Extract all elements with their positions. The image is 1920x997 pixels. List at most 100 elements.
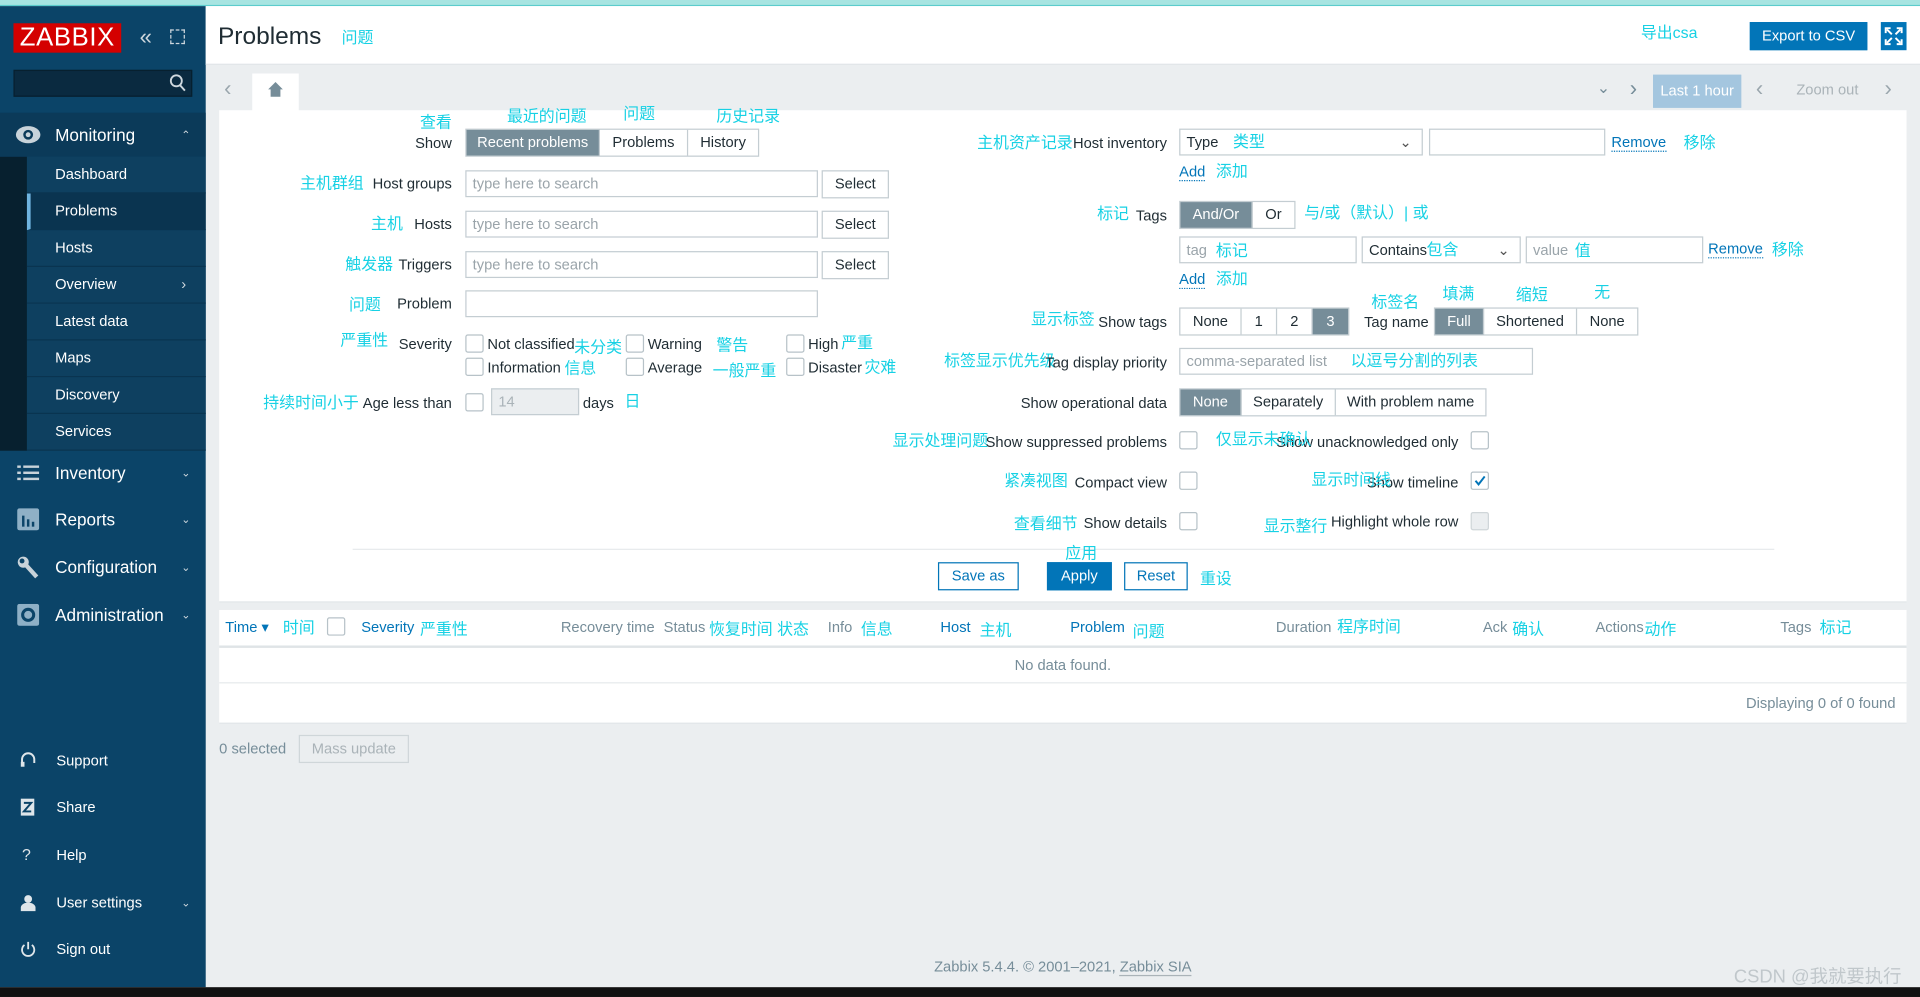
- show-tags-none[interactable]: None: [1180, 308, 1242, 335]
- host-groups-input[interactable]: type here to search: [465, 170, 818, 198]
- hosts-select-button[interactable]: Select: [821, 210, 889, 239]
- sidebar-item-inventory[interactable]: Inventory ⌄: [0, 451, 206, 495]
- sidebar-item-overview[interactable]: Overview ›: [26, 267, 206, 304]
- zabbix-logo[interactable]: ZABBIX: [13, 23, 122, 53]
- tag-name-full[interactable]: Full: [1435, 308, 1485, 335]
- column-header-host[interactable]: Host: [940, 619, 970, 636]
- annotation: 警告: [716, 335, 749, 354]
- fullscreen-button[interactable]: [1880, 22, 1907, 51]
- details-checkbox[interactable]: [1179, 511, 1198, 531]
- annotation: 严重性: [420, 619, 468, 639]
- sidebar-item-services[interactable]: Services: [26, 413, 206, 451]
- sidebar-item-help[interactable]: ? Help: [0, 837, 206, 874]
- show-tags-3[interactable]: 3: [1312, 308, 1349, 335]
- column-header-severity[interactable]: Severity: [361, 619, 414, 636]
- annotation: 灾难: [864, 357, 897, 377]
- show-tags-2[interactable]: 2: [1277, 308, 1313, 335]
- host-inventory-field-select[interactable]: Type ⌄: [1179, 128, 1423, 156]
- zabbix-sia-link[interactable]: Zabbix SIA: [1119, 957, 1192, 977]
- operational-with-problem-name[interactable]: With problem name: [1336, 389, 1485, 415]
- show-recent-problems[interactable]: Recent problems: [466, 129, 601, 156]
- reset-button[interactable]: Reset: [1124, 562, 1188, 591]
- annotation: 添加: [1215, 161, 1248, 181]
- tag-name-shortened[interactable]: Shortened: [1484, 308, 1578, 335]
- sidebar-item-dashboard[interactable]: Dashboard: [26, 156, 206, 194]
- time-forward-icon[interactable]: ›: [1884, 76, 1891, 100]
- age-days-input[interactable]: 14: [491, 388, 580, 416]
- severity-information-checkbox[interactable]: [465, 357, 484, 377]
- time-back-icon[interactable]: ‹: [1756, 76, 1763, 100]
- sidebar-item-monitoring[interactable]: Monitoring ⌃: [0, 112, 206, 157]
- operational-data-segmented: None Separately With problem name: [1179, 388, 1487, 417]
- sidebar-item-problems[interactable]: Problems: [26, 193, 206, 231]
- host-groups-select-button[interactable]: Select: [821, 170, 889, 199]
- mass-update-button[interactable]: Mass update: [298, 734, 409, 764]
- show-problems[interactable]: Problems: [600, 129, 689, 156]
- tags-or[interactable]: Or: [1253, 202, 1295, 228]
- zoom-out-button[interactable]: Zoom out: [1796, 81, 1858, 98]
- sidebar-item-configuration[interactable]: Configuration ⌄: [0, 545, 206, 589]
- compact-checkbox[interactable]: [1179, 471, 1198, 490]
- sidebar-item-label: Inventory: [55, 462, 126, 483]
- sidebar-item-maps[interactable]: Maps: [26, 340, 206, 378]
- operational-none[interactable]: None: [1180, 389, 1242, 416]
- hosts-input[interactable]: type here to search: [465, 210, 818, 238]
- host-inventory-add-link[interactable]: Add: [1179, 164, 1206, 182]
- suppressed-checkbox[interactable]: [1179, 431, 1198, 450]
- collapse-sidebar-icon[interactable]: «: [140, 24, 152, 48]
- export-csv-button[interactable]: Export to CSV: [1749, 22, 1868, 51]
- tags-and-or[interactable]: And/Or: [1180, 202, 1253, 228]
- severity-disaster-checkbox[interactable]: [786, 357, 805, 377]
- severity-average-checkbox[interactable]: [625, 357, 645, 377]
- selected-value: Contains: [1368, 241, 1427, 259]
- severity-high-checkbox[interactable]: [786, 334, 805, 353]
- sidebar-item-user-settings[interactable]: User settings ⌄: [0, 884, 206, 921]
- tag-remove-link[interactable]: Remove: [1708, 241, 1763, 259]
- sidebar-item-sign-out[interactable]: Sign out: [0, 931, 206, 968]
- tag-name-input[interactable]: tag: [1179, 236, 1357, 264]
- host-inventory-remove-link[interactable]: Remove: [1611, 134, 1667, 152]
- apply-button[interactable]: Apply: [1046, 562, 1112, 591]
- highlight-checkbox[interactable]: [1470, 511, 1489, 531]
- severity-warning-checkbox[interactable]: [625, 334, 645, 353]
- sidebar-item-label: Hosts: [55, 238, 93, 256]
- search-icon[interactable]: [169, 73, 187, 93]
- sidebar-item-support[interactable]: Support: [0, 742, 206, 779]
- sidebar-item-hosts[interactable]: Hosts: [26, 230, 206, 268]
- selected-count: 0 selected: [219, 739, 287, 757]
- problem-input[interactable]: [465, 290, 818, 318]
- tab-home[interactable]: [252, 73, 299, 112]
- chevron-down-icon[interactable]: ⌄: [1597, 78, 1610, 98]
- timeline-checkbox[interactable]: [1470, 471, 1489, 490]
- save-as-button[interactable]: Save as: [937, 562, 1019, 591]
- sidebar-item-label: Services: [55, 422, 112, 440]
- unack-checkbox[interactable]: [1470, 431, 1489, 450]
- kiosk-mode-icon[interactable]: [170, 29, 185, 45]
- triggers-input[interactable]: type here to search: [465, 251, 818, 279]
- time-range-tab[interactable]: Last 1 hour: [1653, 74, 1742, 108]
- tag-value-input[interactable]: value: [1525, 236, 1704, 264]
- column-header-problem[interactable]: Problem: [1070, 619, 1125, 636]
- tag-name-none[interactable]: None: [1577, 309, 1637, 335]
- severity-option-label: Not classified: [487, 335, 575, 353]
- sidebar-item-administration[interactable]: Administration ⌄: [0, 593, 206, 637]
- sidebar-item-share[interactable]: Share: [0, 789, 206, 826]
- triggers-select-button[interactable]: Select: [821, 251, 889, 280]
- next-filter-icon[interactable]: ›: [1630, 76, 1637, 100]
- tab-scroll-left-icon[interactable]: ‹: [224, 76, 231, 100]
- operational-separately[interactable]: Separately: [1242, 389, 1336, 416]
- sidebar-item-latest-data[interactable]: Latest data: [26, 303, 206, 341]
- chevron-down-icon: ⌄: [181, 896, 191, 909]
- select-all-checkbox[interactable]: [326, 617, 346, 636]
- sidebar-search-input[interactable]: [13, 69, 193, 97]
- sidebar-item-discovery[interactable]: Discovery: [26, 377, 206, 414]
- tag-add-link[interactable]: Add: [1179, 271, 1206, 290]
- annotation: 缩短: [1515, 285, 1548, 304]
- show-tags-1[interactable]: 1: [1242, 308, 1278, 335]
- sidebar-item-reports[interactable]: Reports ⌄: [0, 497, 206, 541]
- age-checkbox[interactable]: [465, 393, 484, 412]
- severity-not-classified-checkbox[interactable]: [465, 334, 484, 353]
- host-inventory-value-input[interactable]: [1428, 128, 1606, 156]
- show-history[interactable]: History: [688, 130, 758, 156]
- column-header-time[interactable]: Time ▾: [225, 619, 269, 636]
